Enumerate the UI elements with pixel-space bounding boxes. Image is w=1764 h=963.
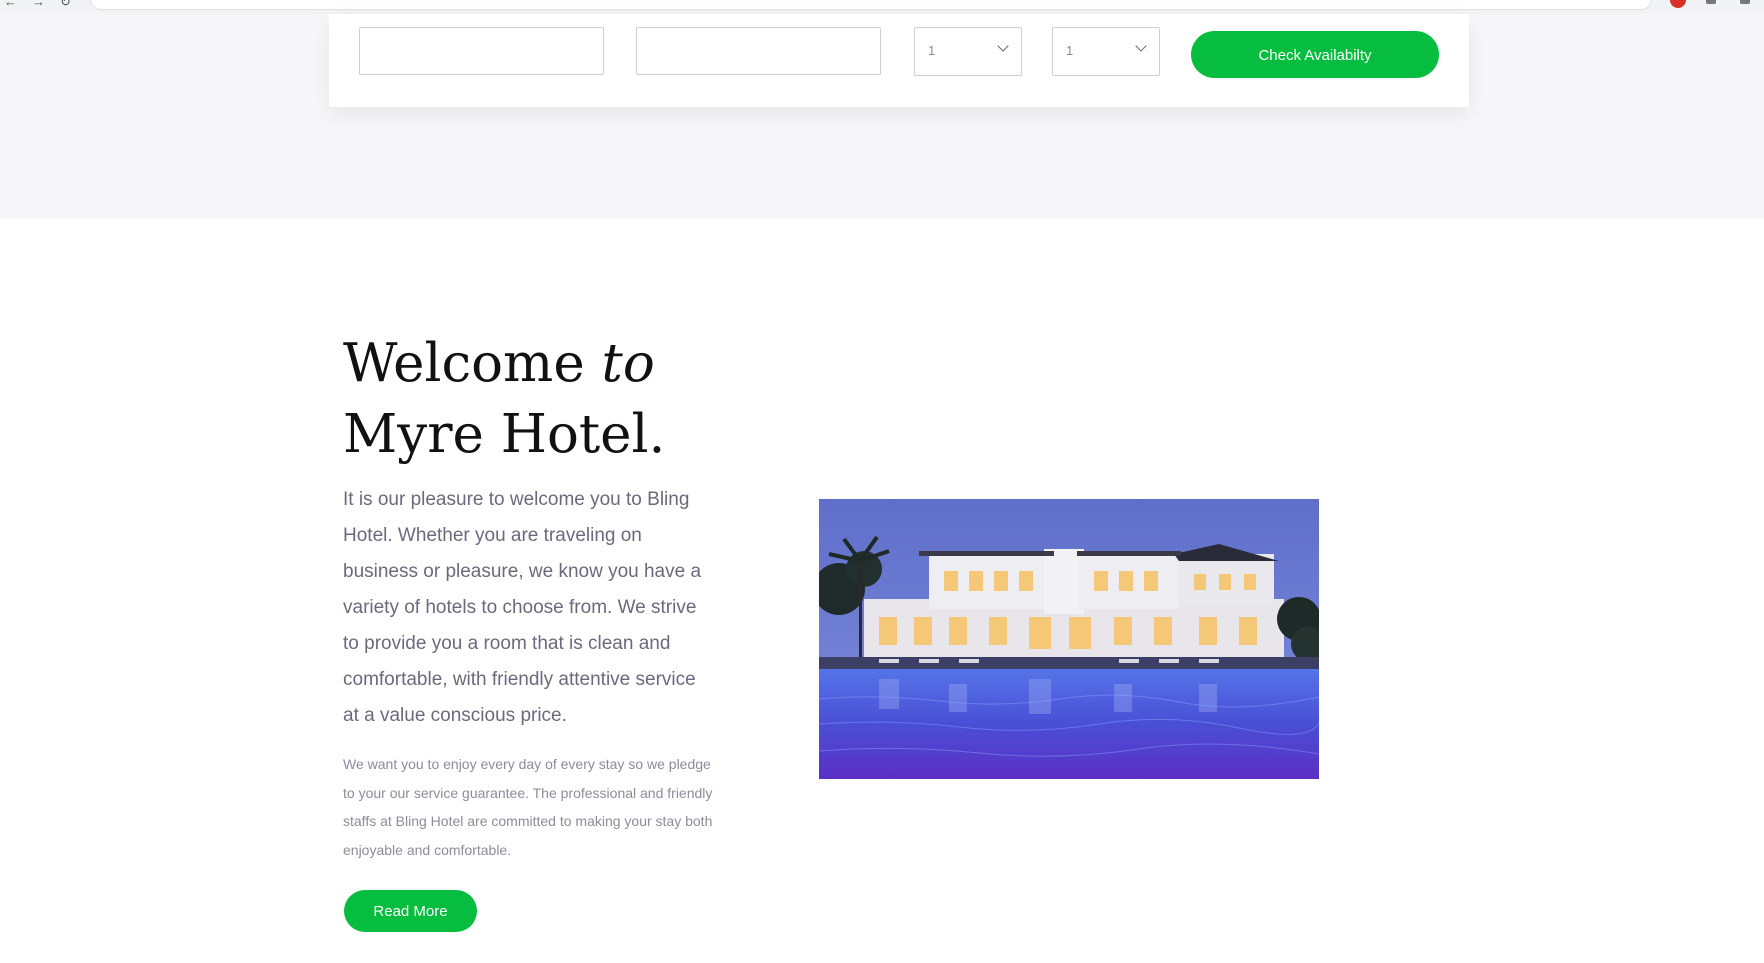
booking-section: 1 1 Check Availabilty (0, 14, 1764, 219)
children-select-value: 1 (1066, 43, 1074, 58)
reload-icon[interactable]: ↻ (60, 0, 71, 10)
back-icon[interactable]: ← (4, 0, 17, 9)
address-bar[interactable] (90, 0, 1652, 10)
welcome-heading: Welcome to Myre Hotel. (343, 328, 665, 470)
title-prefix: Welcome (343, 333, 602, 394)
browser-chrome: ← → ↻ (0, 0, 1764, 15)
menu-icon[interactable] (1740, 0, 1750, 4)
chevron-down-icon (997, 40, 1009, 52)
adults-select-value: 1 (928, 43, 936, 58)
forward-icon[interactable]: → (32, 0, 45, 9)
booking-form: 1 1 Check Availabilty (329, 14, 1469, 107)
check-in-input[interactable] (359, 27, 604, 75)
read-more-button[interactable]: Read More (344, 890, 477, 932)
welcome-sub-paragraph: We want you to enjoy every day of every … (343, 756, 713, 858)
children-select[interactable]: 1 (1052, 27, 1160, 76)
welcome-lead-paragraph: It is our pleasure to welcome you to Bli… (343, 489, 702, 726)
extensions-icon[interactable] (1706, 0, 1716, 4)
hotel-photo (819, 499, 1319, 779)
title-hotel-name: Myre Hotel. (343, 404, 666, 465)
title-italic: to (601, 333, 655, 394)
check-out-input[interactable] (636, 27, 881, 75)
chevron-down-icon (1135, 40, 1147, 52)
check-availability-button[interactable]: Check Availabilty (1191, 31, 1439, 78)
adults-select[interactable]: 1 (914, 27, 1022, 76)
extension-icon[interactable] (1670, 0, 1686, 8)
